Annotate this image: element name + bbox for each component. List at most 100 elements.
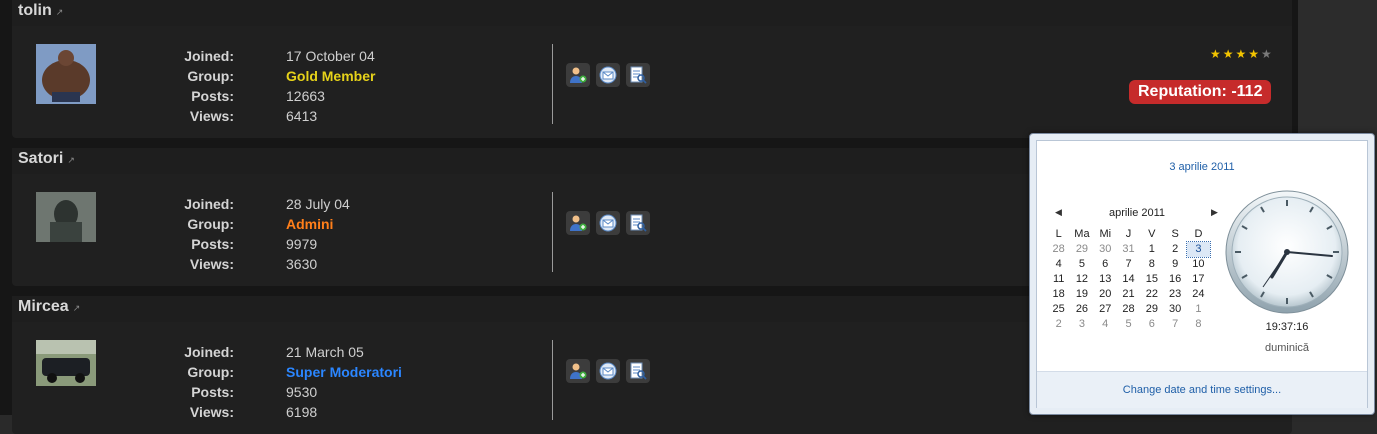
long-date-link[interactable]: 3 aprilie 2011 <box>1037 161 1367 173</box>
external-link-icon[interactable]: ↗ <box>67 155 75 165</box>
joined-value: 17 October 04 <box>286 48 375 64</box>
group-value: Admini <box>286 216 334 232</box>
joined-value: 21 March 05 <box>286 344 364 360</box>
clock-calendar-popup: 3 aprilie 2011 ◀ aprilie 2011 ▶ L Ma Mi J V S… <box>1029 133 1375 415</box>
calendar-day[interactable]: 7 <box>1117 257 1140 272</box>
calendar-day[interactable]: 23 <box>1163 287 1186 302</box>
calendar-grid: L Ma Mi J V S D 28 29 30 31 1 2 3 4 5 6 7 8 9 10 11 12 13 14 15 16… <box>1047 227 1227 332</box>
calendar-day[interactable]: 15 <box>1140 272 1163 287</box>
external-link-icon[interactable]: ↗ <box>73 303 81 313</box>
calendar-day[interactable]: 28 <box>1047 242 1070 257</box>
calendar-day[interactable]: 31 <box>1117 242 1140 257</box>
rating-stars: ★★★★★ <box>1210 47 1274 61</box>
calendar-day[interactable]: 2 <box>1163 242 1186 257</box>
calendar-day[interactable]: 25 <box>1047 302 1070 317</box>
views-value: 6413 <box>286 108 318 124</box>
calendar-day[interactable]: 14 <box>1117 272 1140 287</box>
send-message-icon[interactable] <box>596 359 620 383</box>
member-info: Joined: 28 July 04 Group: Admini Posts: 997… <box>177 194 537 274</box>
calendar-day[interactable]: 17 <box>1187 272 1210 287</box>
member-name[interactable]: Mircea <box>18 298 69 315</box>
calendar-day[interactable]: 4 <box>1094 317 1117 332</box>
member-name[interactable]: Satori <box>18 150 63 167</box>
joined-value: 28 July 04 <box>286 196 350 212</box>
member-actions <box>566 359 656 388</box>
group-value: Super Moderatori <box>286 364 402 380</box>
posts-label: Posts: <box>191 384 234 400</box>
calendar-day[interactable]: 24 <box>1187 287 1210 302</box>
external-link-icon[interactable]: ↗ <box>56 7 64 17</box>
calendar-day[interactable]: 20 <box>1094 287 1117 302</box>
calendar-day[interactable]: 29 <box>1070 242 1093 257</box>
calendar-day[interactable]: 8 <box>1140 257 1163 272</box>
calendar-day[interactable]: 5 <box>1117 317 1140 332</box>
change-date-time-settings-link[interactable]: Change date and time settings... <box>1037 384 1367 396</box>
calendar-day[interactable]: 19 <box>1070 287 1093 302</box>
avatar[interactable] <box>36 192 96 242</box>
calendar-day[interactable]: 13 <box>1094 272 1117 287</box>
calendar-day[interactable]: 27 <box>1094 302 1117 317</box>
calendar-day[interactable]: 16 <box>1163 272 1186 287</box>
member-card: tolin ↗ Joined: 17 October 04 Group: Gold M… <box>12 0 1292 138</box>
divider <box>552 340 553 420</box>
calendar-day[interactable]: 26 <box>1070 302 1093 317</box>
calendar-day[interactable]: 22 <box>1140 287 1163 302</box>
member-name[interactable]: tolin <box>18 2 52 19</box>
calendar-day[interactable]: 18 <box>1047 287 1070 302</box>
calendar-day[interactable]: 9 <box>1163 257 1186 272</box>
group-label: Group: <box>187 216 234 232</box>
group-label: Group: <box>187 68 234 84</box>
weekday-header: S <box>1171 228 1179 240</box>
views-value: 3630 <box>286 256 318 272</box>
find-posts-icon[interactable] <box>626 63 650 87</box>
calendar-day[interactable]: 6 <box>1140 317 1163 332</box>
member-actions <box>566 211 656 240</box>
views-label: Views: <box>189 256 234 272</box>
calendar-day[interactable]: 21 <box>1117 287 1140 302</box>
calendar-day[interactable]: 1 <box>1187 302 1210 317</box>
calendar-day[interactable]: 30 <box>1094 242 1117 257</box>
joined-label: Joined: <box>184 344 234 360</box>
avatar[interactable] <box>36 44 96 104</box>
member-header: tolin ↗ <box>12 0 1292 26</box>
weekday-header: L <box>1055 228 1062 240</box>
weekday-header: V <box>1148 228 1156 240</box>
send-message-icon[interactable] <box>596 211 620 235</box>
group-value: Gold Member <box>286 68 376 84</box>
calendar-day[interactable]: 5 <box>1070 257 1093 272</box>
posts-value: 9979 <box>286 236 318 252</box>
calendar-day[interactable]: 12 <box>1070 272 1093 287</box>
posts-value: 12663 <box>286 88 325 104</box>
calendar-day[interactable]: 4 <box>1047 257 1070 272</box>
member-actions <box>566 63 656 92</box>
calendar-day[interactable]: 6 <box>1094 257 1117 272</box>
joined-label: Joined: <box>184 196 234 212</box>
add-friend-icon[interactable] <box>566 359 590 383</box>
calendar-day[interactable]: 30 <box>1163 302 1186 317</box>
views-value: 6198 <box>286 404 318 420</box>
calendar-nav: ◀ aprilie 2011 ▶ <box>1047 205 1227 225</box>
calendar-day[interactable]: 29 <box>1140 302 1163 317</box>
reputation-badge: Reputation: -112 <box>1129 80 1272 104</box>
calendar-day[interactable]: 8 <box>1187 317 1210 332</box>
calendar-day-today[interactable]: 3 <box>1185 241 1212 258</box>
calendar-day[interactable]: 28 <box>1117 302 1140 317</box>
find-posts-icon[interactable] <box>626 211 650 235</box>
month-label[interactable]: aprilie 2011 <box>1047 207 1227 219</box>
avatar[interactable] <box>36 340 96 386</box>
day-name: duminică <box>1264 342 1310 354</box>
calendar-day[interactable]: 11 <box>1047 272 1070 287</box>
calendar-day[interactable]: 7 <box>1163 317 1186 332</box>
calendar-day[interactable]: 3 <box>1070 317 1093 332</box>
divider <box>552 192 553 272</box>
next-month-icon[interactable]: ▶ <box>1211 207 1218 218</box>
posts-label: Posts: <box>191 236 234 252</box>
calendar-day[interactable]: 2 <box>1047 317 1070 332</box>
joined-label: Joined: <box>184 48 234 64</box>
calendar-day[interactable]: 10 <box>1187 257 1210 272</box>
add-friend-icon[interactable] <box>566 63 590 87</box>
find-posts-icon[interactable] <box>626 359 650 383</box>
calendar-day[interactable]: 1 <box>1140 242 1163 257</box>
add-friend-icon[interactable] <box>566 211 590 235</box>
send-message-icon[interactable] <box>596 63 620 87</box>
